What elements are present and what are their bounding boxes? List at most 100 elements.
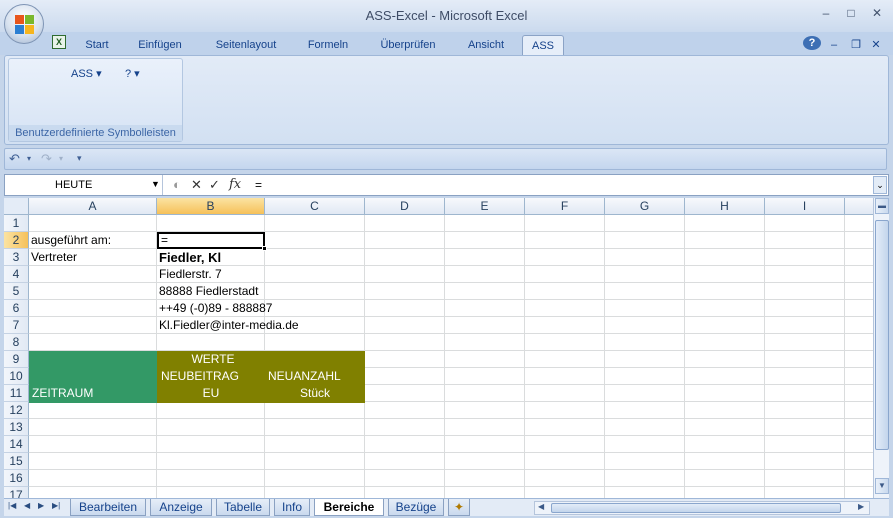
scroll-split-icon[interactable]: ▬	[875, 198, 889, 214]
scroll-down-icon[interactable]: ▼	[875, 478, 889, 494]
ribbon-tab-row: Start Einfügen Seitenlayout Formeln Über…	[0, 32, 893, 55]
sheet-tab-bearbeiten[interactable]: Bearbeiten	[70, 499, 146, 516]
column-header-g[interactable]: G	[605, 198, 685, 215]
row-header-8[interactable]: 8	[4, 334, 29, 351]
next-sheet-icon[interactable]: ▶	[38, 501, 44, 510]
row-header-11[interactable]: 11	[4, 385, 29, 402]
column-header-c[interactable]: C	[265, 198, 365, 215]
minimize-button[interactable]: –	[815, 6, 837, 20]
cell-a3[interactable]: Vertreter	[29, 249, 77, 266]
vertical-scroll-thumb[interactable]	[875, 220, 889, 450]
expand-formula-bar-icon[interactable]: ⌄	[873, 176, 887, 194]
cell-c10[interactable]: NEUANZAHL	[268, 368, 365, 385]
ribbon-restore-button[interactable]: ❐	[846, 35, 866, 55]
column-header-h[interactable]: H	[685, 198, 765, 215]
scroll-left-icon[interactable]: ◀	[538, 502, 544, 511]
row-header-14[interactable]: 14	[4, 436, 29, 453]
sheet-tab-bezuege[interactable]: Bezüge	[388, 499, 444, 516]
redo-icon[interactable]: ↷	[41, 151, 52, 167]
custom-toolbars-group: ASS ▾ ? ▾ Benutzerdefinierte Symbolleist…	[8, 58, 183, 142]
column-header-e[interactable]: E	[445, 198, 525, 215]
cell-b6[interactable]: ++49 (-0)89 - 888887	[157, 300, 272, 317]
row-header-16[interactable]: 16	[4, 470, 29, 487]
row-header-13[interactable]: 13	[4, 419, 29, 436]
row-header-7[interactable]: 7	[4, 317, 29, 334]
tab-ueberpruefen[interactable]: Überprüfen	[368, 35, 448, 55]
cell-b4[interactable]: Fiedlerstr. 7	[157, 266, 222, 283]
redo-dropdown-icon[interactable]: ▾	[59, 154, 63, 163]
vertical-scrollbar[interactable]: ▬ ▼	[873, 198, 889, 498]
undo-icon[interactable]: ↶	[9, 151, 20, 167]
tab-ansicht[interactable]: Ansicht	[458, 35, 514, 55]
cell-b9[interactable]: WERTE	[183, 351, 243, 368]
grid-line	[29, 282, 873, 283]
active-cell-b2[interactable]: =	[157, 232, 265, 249]
maximize-button[interactable]: □	[840, 6, 862, 20]
fill-handle[interactable]	[262, 246, 267, 251]
sheet-tab-anzeige[interactable]: Anzeige	[150, 499, 212, 516]
office-button[interactable]	[4, 4, 44, 44]
first-sheet-icon[interactable]: |◀	[8, 501, 16, 510]
row-header-4[interactable]: 4	[4, 266, 29, 283]
quick-access-toolbar: ↶ ▾ ↷ ▾ ▾	[4, 148, 887, 170]
cell-b11[interactable]: EU	[157, 385, 265, 402]
tab-start[interactable]: Start	[76, 35, 118, 55]
insert-function-icon[interactable]: fx	[229, 175, 241, 195]
qat-customize-icon[interactable]: ▾	[77, 153, 82, 164]
tab-einfuegen[interactable]: Einfügen	[128, 35, 192, 55]
column-header-d[interactable]: D	[365, 198, 445, 215]
grid-line	[29, 469, 873, 470]
name-box-dropdown-icon[interactable]: ▼	[151, 179, 160, 189]
tab-ass[interactable]: ASS	[522, 35, 564, 55]
tab-formeln[interactable]: Formeln	[298, 35, 358, 55]
help-menu-button[interactable]: ? ▾	[125, 67, 140, 80]
row-header-6[interactable]: 6	[4, 300, 29, 317]
row-header-9[interactable]: 9	[4, 351, 29, 368]
cancel-icon[interactable]: ✕	[191, 175, 202, 195]
undo-dropdown-icon[interactable]: ▾	[27, 154, 31, 163]
formula-input[interactable]: =	[255, 175, 262, 195]
column-header-f[interactable]: F	[525, 198, 605, 215]
grid-line	[604, 215, 605, 498]
enter-icon[interactable]: ✓	[209, 175, 220, 195]
row-header-17[interactable]: 17	[4, 487, 29, 498]
formula-options-icon[interactable]: ◐	[173, 175, 181, 195]
help-icon[interactable]: ?	[803, 36, 821, 50]
sheet-tab-info[interactable]: Info	[274, 499, 310, 516]
close-button[interactable]: ✕	[866, 6, 888, 20]
cell-a11[interactable]: ZEITRAUM	[32, 385, 156, 402]
ribbon-close-button[interactable]: ✕	[866, 35, 886, 55]
row-header-3[interactable]: 3	[4, 249, 29, 266]
cell-b3[interactable]: Fiedler, Kl	[157, 249, 221, 266]
cell-b5[interactable]: 88888 Fiedlerstadt	[157, 283, 258, 300]
column-header-b[interactable]: B	[157, 198, 265, 215]
row-header-1[interactable]: 1	[4, 215, 29, 232]
column-header-a[interactable]: A	[29, 198, 157, 215]
last-sheet-icon[interactable]: ▶|	[52, 501, 60, 510]
scroll-right-icon[interactable]: ▶	[858, 502, 864, 511]
cell-c11[interactable]: Stück	[265, 385, 365, 402]
sheet-tab-tabelle[interactable]: Tabelle	[216, 499, 270, 516]
row-header-5[interactable]: 5	[4, 283, 29, 300]
excel-doc-icon[interactable]: X	[52, 35, 66, 49]
name-box[interactable]: HEUTE	[5, 175, 163, 195]
ribbon-minimize-button[interactable]: –	[824, 35, 844, 55]
horizontal-scrollbar[interactable]: ◀ ▶	[534, 501, 870, 515]
cell-a2[interactable]: ausgeführt am:	[29, 232, 111, 249]
sheet-tab-bereiche[interactable]: Bereiche	[314, 499, 384, 516]
select-all-corner[interactable]	[4, 198, 29, 215]
worksheet-grid[interactable]: A B C D E F G H I 1 2 3 4 5 6 7 8 9 10 1…	[4, 198, 873, 498]
prev-sheet-icon[interactable]: ◀	[24, 501, 30, 510]
insert-sheet-icon[interactable]: ✦	[448, 499, 470, 516]
cell-b7[interactable]: Kl.Fiedler@inter-media.de	[157, 317, 299, 334]
column-header-partial[interactable]	[845, 198, 873, 215]
row-header-2[interactable]: 2	[4, 232, 29, 249]
horizontal-scroll-thumb[interactable]	[551, 503, 841, 513]
row-header-10[interactable]: 10	[4, 368, 29, 385]
row-header-15[interactable]: 15	[4, 453, 29, 470]
ass-menu-button[interactable]: ASS ▾	[71, 67, 102, 80]
cell-b10[interactable]: NEUBEITRAG	[161, 368, 265, 385]
tab-seitenlayout[interactable]: Seitenlayout	[204, 35, 288, 55]
row-header-12[interactable]: 12	[4, 402, 29, 419]
column-header-i[interactable]: I	[765, 198, 845, 215]
